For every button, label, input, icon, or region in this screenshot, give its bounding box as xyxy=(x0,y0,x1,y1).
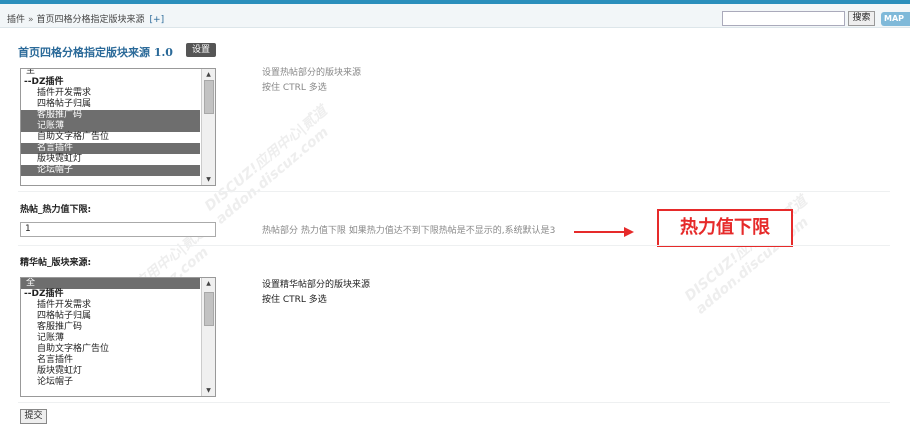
section1-description: 设置热帖部分的版块来源 按住 CTRL 多选 xyxy=(262,66,361,96)
scroll-up-icon[interactable]: ▲ xyxy=(202,69,215,80)
scroll-thumb-2[interactable] xyxy=(204,292,214,326)
annotation-arrow-head xyxy=(624,227,634,237)
annotation-arrow xyxy=(574,231,626,233)
listbox-scrollbar[interactable]: ▲ ▼ xyxy=(201,69,215,185)
listbox-options: 主 --DZ插件 插件开发需求 四格帖子归属 客服推广码 记账薄 自助文字格广告位 名言插件版… xyxy=(21,69,200,176)
section1-desc-line1: 设置热帖部分的版块来源 xyxy=(262,68,362,78)
forum-source-option[interactable]: 版块霓虹灯 xyxy=(21,154,200,165)
breadcrumb-add-link[interactable]: [+] xyxy=(150,15,165,25)
digest-source-option[interactable]: 四格帖子归属 xyxy=(21,311,200,322)
header-bar: 插件» 首页四格分格指定版块来源 [+] 搜索 MAP xyxy=(0,4,910,28)
forum-source-option[interactable]: 记账薄 xyxy=(21,121,200,132)
forum-source-option[interactable]: 四格帖子归属 xyxy=(21,99,200,110)
scroll-down-icon-2[interactable]: ▼ xyxy=(202,385,215,396)
settings-button[interactable]: 设置 xyxy=(186,43,216,57)
digest-source-option[interactable]: 名言插件 xyxy=(21,355,200,366)
search-input[interactable] xyxy=(722,11,845,26)
digest-source-option[interactable]: 全 xyxy=(21,278,200,289)
forum-source-option[interactable]: 论坛帽子 xyxy=(21,165,200,176)
section3-desc-line1: 设置精华帖部分的版块来源 xyxy=(262,280,371,290)
submit-button[interactable]: 提交 xyxy=(20,409,47,424)
watermark-subtext: addon.discuz.com xyxy=(212,124,332,228)
forum-source-option[interactable]: 主 xyxy=(21,69,200,77)
listbox-options-2: 全 --DZ插件 插件开发需求 四格帖子归属 客服推广码 记账薄 自助文字格广告位 名言插件版… xyxy=(21,278,200,388)
scroll-up-icon-2[interactable]: ▲ xyxy=(202,278,215,289)
forum-source-option[interactable]: 插件开发需求 xyxy=(21,88,200,99)
search-button[interactable]: 搜索 xyxy=(848,11,875,26)
watermark: DISCUZ!应用中心|贰道 addon.discuz.com xyxy=(200,101,341,228)
section3-description: 设置精华帖部分的版块来源 按住 CTRL 多选 xyxy=(262,278,370,308)
hot-min-description: 热帖部分 热力值下限 如果热力值达不到下限热帖是不显示的,系统默认是3 xyxy=(262,226,556,236)
digest-source-option[interactable]: 客服推广码 xyxy=(21,322,200,333)
divider-3 xyxy=(18,402,890,403)
digest-source-label: 精华帖_版块来源: xyxy=(20,258,92,268)
breadcrumb: 插件» 首页四格分格指定版块来源 [+] xyxy=(7,12,164,25)
hot-min-input[interactable]: 1 xyxy=(20,222,216,237)
digest-source-option[interactable]: 插件开发需求 xyxy=(21,300,200,311)
breadcrumb-separator: » xyxy=(28,15,34,25)
scroll-down-icon[interactable]: ▼ xyxy=(202,174,215,185)
watermark-text: DISCUZ!应用中心|贰道 xyxy=(201,103,331,215)
digest-source-option[interactable]: 记账薄 xyxy=(21,333,200,344)
forum-source-option[interactable]: 自助文字格广告位 xyxy=(21,132,200,143)
digest-source-listbox[interactable]: 全 --DZ插件 插件开发需求 四格帖子归属 客服推广码 记账薄 自助文字格广告位 名言插件版… xyxy=(20,277,216,397)
breadcrumb-root[interactable]: 插件 xyxy=(7,15,25,25)
forum-source-option[interactable]: --DZ插件 xyxy=(21,77,200,88)
hot-min-label: 热帖_热力值下限: xyxy=(20,205,92,215)
digest-source-option[interactable]: 版块霓虹灯 xyxy=(21,366,200,377)
section3-desc-line2: 按住 CTRL 多选 xyxy=(262,295,327,305)
forum-source-listbox[interactable]: 主 --DZ插件 插件开发需求 四格帖子归属 客服推广码 记账薄 自助文字格广告位 名言插件版… xyxy=(20,68,216,186)
divider-2 xyxy=(18,245,890,246)
listbox-scrollbar-2[interactable]: ▲ ▼ xyxy=(201,278,215,396)
digest-source-option[interactable]: --DZ插件 xyxy=(21,289,200,300)
forum-source-option[interactable]: 客服推广码 xyxy=(21,110,200,121)
divider xyxy=(18,191,890,192)
forum-source-option[interactable]: 名言插件 xyxy=(21,143,200,154)
breadcrumb-current: 首页四格分格指定版块来源 xyxy=(36,15,145,25)
section1-desc-line2: 按住 CTRL 多选 xyxy=(262,83,327,93)
digest-source-option[interactable]: 自助文字格广告位 xyxy=(21,344,200,355)
scroll-thumb[interactable] xyxy=(204,80,214,114)
page-title: 首页四格分格指定版块来源 1.0 xyxy=(18,46,173,59)
digest-source-option[interactable]: 论坛帽子 xyxy=(21,377,200,388)
map-button[interactable]: MAP xyxy=(881,12,910,26)
annotation-callout: 热力值下限 xyxy=(657,209,793,247)
